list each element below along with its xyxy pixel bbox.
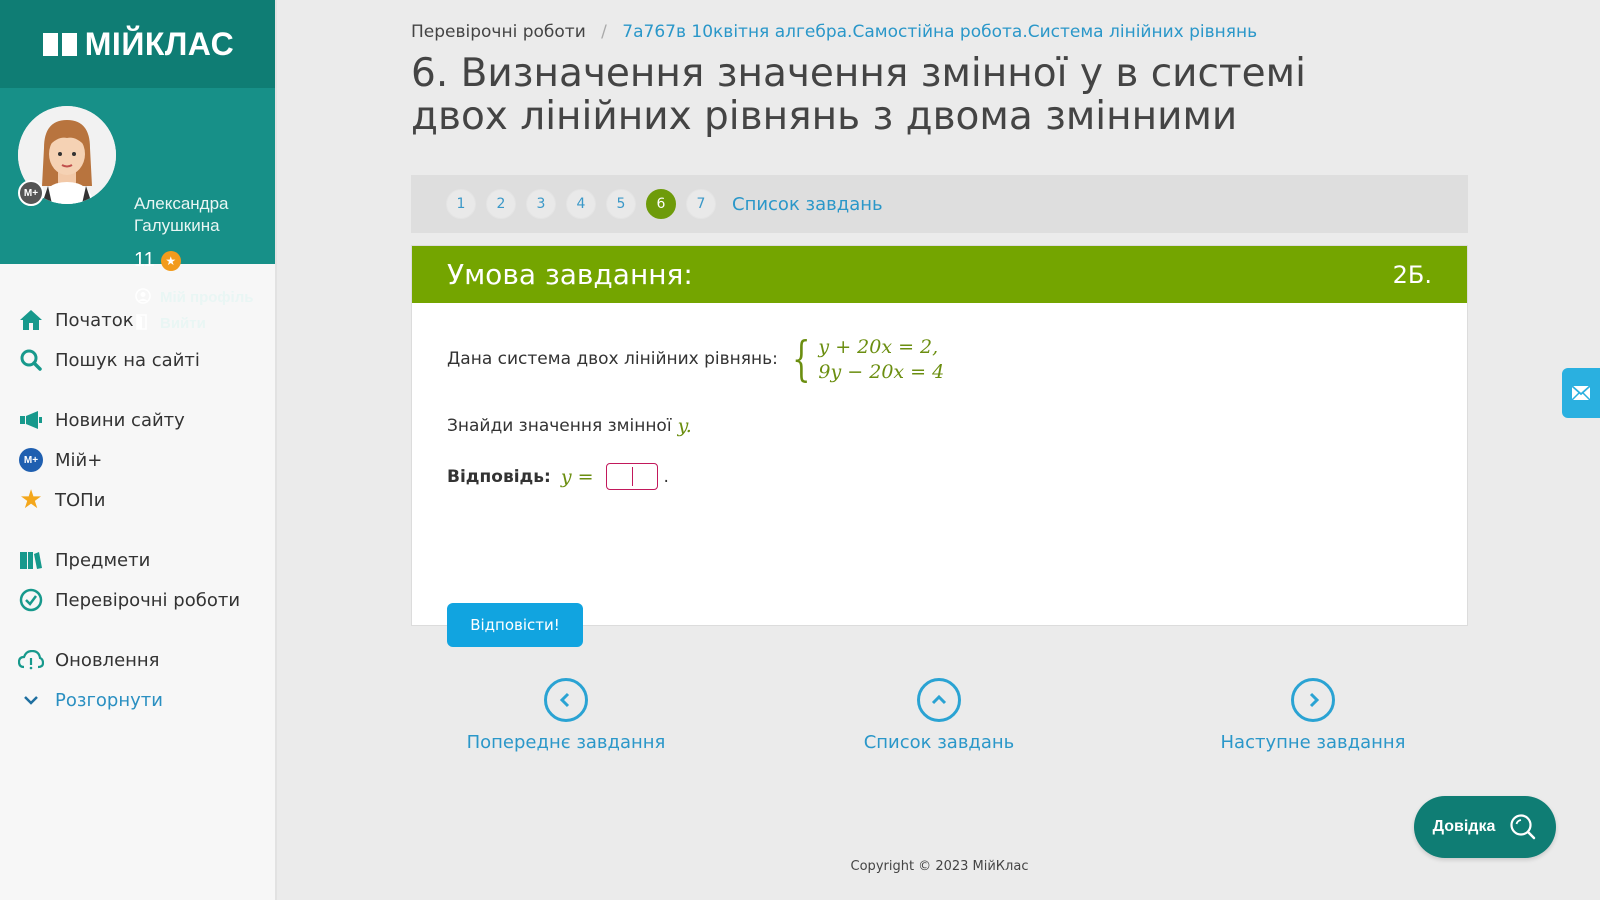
grade-value: 11	[134, 249, 155, 271]
nav-label-tops: ТОПи	[55, 489, 106, 511]
prev-task-label: Попереднє завдання	[466, 732, 666, 753]
answer-line: Відповідь: y = .	[447, 463, 669, 490]
equation-1: y + 20x = 2,	[818, 335, 939, 358]
brace-icon: {	[791, 331, 811, 387]
copyright: Copyright © 2023 МійКлас	[850, 859, 1029, 874]
help-button[interactable]: Довідка	[1414, 796, 1556, 858]
chevron-down-icon	[18, 687, 44, 713]
help-search-icon	[1510, 814, 1536, 840]
logo[interactable]: МІЙКЛАС	[0, 0, 275, 88]
task-number-1[interactable]: 1	[446, 189, 476, 219]
question-text: Знайди значення змінної	[447, 416, 672, 436]
task-list-link[interactable]: Список завдань	[732, 194, 883, 215]
nav-item-news[interactable]: Новини сайту	[0, 400, 277, 440]
check-circle-icon	[18, 587, 44, 613]
cloud-icon	[18, 647, 44, 673]
chevron-up-icon	[917, 678, 961, 722]
next-task-link[interactable]: Наступне завдання	[1193, 678, 1433, 753]
nav-item-subjects[interactable]: Предмети	[0, 540, 277, 580]
breadcrumb-root[interactable]: Перевірочні роботи	[411, 22, 586, 42]
nav-item-updates[interactable]: Оновлення	[0, 640, 277, 680]
task-header-title: Умова завдання:	[447, 258, 693, 291]
answer-input[interactable]	[605, 463, 658, 490]
answer-label: Відповідь:	[447, 466, 551, 487]
mail-icon	[1571, 385, 1591, 401]
nav-item-tops[interactable]: ★ ТОПи	[0, 480, 277, 520]
megaphone-icon	[18, 407, 44, 433]
task-list-bottom-label: Список завдань	[863, 732, 1015, 753]
task-number-5[interactable]: 5	[606, 189, 636, 219]
nav-item-myplus[interactable]: M+ Мій+	[0, 440, 277, 480]
nav-item-home[interactable]: Початок	[0, 300, 277, 340]
task-number-6-active[interactable]: 6	[646, 189, 676, 219]
home-icon	[18, 307, 44, 333]
page-title: 6. Визначення значення змінної y в систе…	[411, 51, 1306, 139]
profile-grade: 11 ★	[134, 249, 181, 272]
nav-item-expand[interactable]: Розгорнути	[0, 680, 277, 720]
question-variable: y.	[677, 415, 692, 437]
task-points: 2Б.	[1392, 260, 1432, 289]
nav-label-expand: Розгорнути	[55, 689, 163, 711]
profile-card: M+ Александра Галушкина 11 ★ Мій профіль…	[0, 88, 275, 332]
task-number-3[interactable]: 3	[526, 189, 556, 219]
avatar-badge: M+	[18, 180, 44, 206]
nav-label-search: Пошук на сайті	[55, 349, 200, 371]
system-statement: Дана система двох лінійних рівнянь: { y …	[447, 335, 944, 383]
system-intro: Дана система двох лінійних рівнянь:	[447, 349, 778, 369]
task-pagination: 1 2 3 4 5 6 7 Список завдань	[411, 175, 1468, 233]
books-icon	[18, 547, 44, 573]
submit-answer-button[interactable]: Відповісти!	[447, 603, 583, 647]
profile-name: Александра Галушкина	[134, 193, 229, 237]
nav-label-news: Новини сайту	[55, 409, 185, 431]
next-task-label: Наступне завдання	[1220, 732, 1406, 753]
profile-last-name: Галушкина	[134, 216, 220, 235]
nav-label-updates: Оновлення	[55, 649, 160, 671]
search-icon	[18, 347, 44, 373]
nav-label-subjects: Предмети	[55, 549, 151, 571]
nav-label-myplus: Мій+	[55, 449, 103, 471]
task-number-4[interactable]: 4	[566, 189, 596, 219]
sidebar: МІЙКЛАС M+ Александра Галушкина 11 ★ Мій…	[0, 0, 277, 900]
task-number-2[interactable]: 2	[486, 189, 516, 219]
task-header: Умова завдання: 2Б.	[412, 246, 1467, 303]
star-icon: ★	[160, 250, 181, 271]
star-icon: ★	[19, 485, 43, 515]
breadcrumb-separator: /	[601, 22, 607, 42]
nav-label-home: Початок	[55, 309, 134, 331]
breadcrumb-current[interactable]: 7а767в 10квітня алгебра.Самостійна робот…	[622, 22, 1257, 42]
nav-item-tests[interactable]: Перевірочні роботи	[0, 580, 277, 620]
task-card: Умова завдання: 2Б. Дана система двох лі…	[411, 245, 1468, 647]
task-list-bottom-link[interactable]: Список завдань	[819, 678, 1059, 753]
myplus-icon: M+	[18, 447, 44, 473]
book-icon	[42, 33, 77, 56]
question-line: Знайди значення змінної y.	[447, 415, 692, 437]
equation-system: { y + 20x = 2, 9y − 20x = 4	[786, 335, 944, 383]
sidebar-nav: Початок Пошук на сайті Новини сайту M+ М…	[0, 300, 277, 720]
nav-item-search[interactable]: Пошук на сайті	[0, 340, 277, 380]
equation-2: 9y − 20x = 4	[818, 360, 945, 383]
logo-text: МІЙКЛАС	[84, 25, 235, 62]
help-label: Довідка	[1432, 818, 1496, 835]
answer-lhs: y =	[560, 465, 594, 488]
breadcrumb: Перевірочні роботи / 7а767в 10квітня алг…	[411, 22, 1257, 42]
feedback-tab[interactable]	[1562, 368, 1600, 418]
task-number-7[interactable]: 7	[686, 189, 716, 219]
profile-first-name: Александра	[134, 194, 229, 213]
answer-suffix: .	[663, 466, 669, 487]
nav-label-tests: Перевірочні роботи	[55, 589, 241, 611]
chevron-right-icon	[1291, 678, 1335, 722]
prev-task-link[interactable]: Попереднє завдання	[446, 678, 686, 753]
chevron-left-icon	[544, 678, 588, 722]
